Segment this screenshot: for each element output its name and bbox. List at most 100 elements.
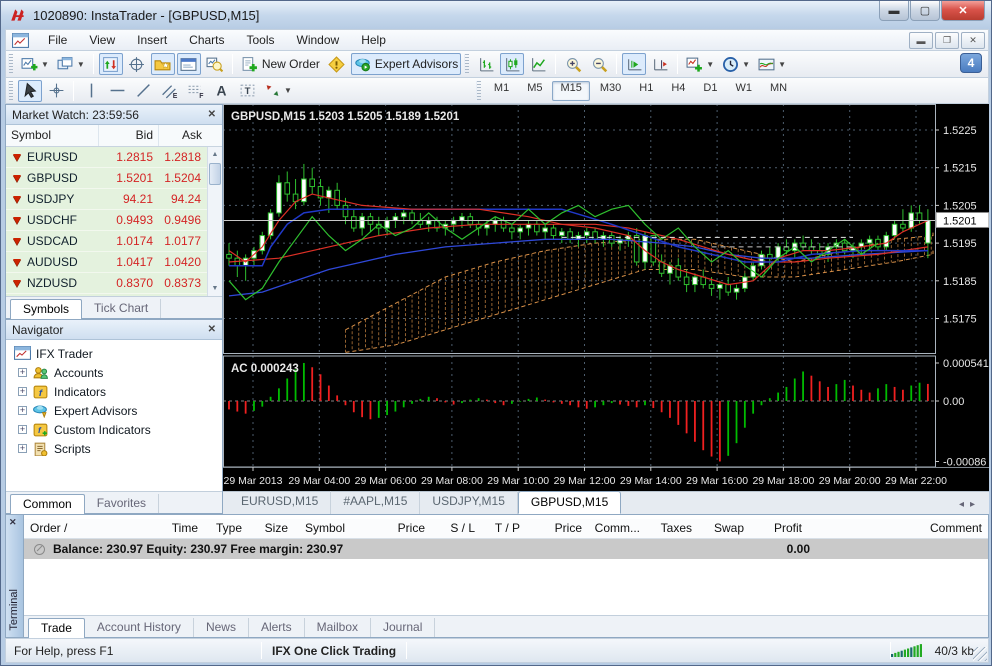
terminal-tab-trade[interactable]: Trade [28, 618, 85, 638]
terminal-column-order[interactable]: Order / [24, 519, 109, 538]
terminal-close-icon[interactable]: ✕ [9, 517, 17, 528]
data-window-button[interactable] [125, 53, 149, 75]
templates-button[interactable]: ▼ [755, 53, 789, 75]
balance-row[interactable]: Balance: 230.97 Equity: 230.97 Free marg… [24, 539, 988, 559]
column-ask[interactable]: Ask [159, 125, 207, 146]
arrows-button[interactable]: ▼ [261, 80, 295, 102]
market-watch-row-eurusd[interactable]: EURUSD 1.28151.2818 [6, 147, 222, 168]
market-watch-scrollbar[interactable]: ▲ ▼ [207, 147, 222, 296]
navigator-tab-common[interactable]: Common [10, 494, 85, 514]
terminal-column-price-2[interactable]: Price [526, 519, 588, 538]
channel-button[interactable]: E [157, 80, 181, 102]
vertical-line-button[interactable] [79, 80, 103, 102]
column-symbol[interactable]: Symbol [6, 125, 99, 146]
crosshair-button[interactable] [44, 80, 68, 102]
chart-tab--aapl-m15[interactable]: #AAPL,M15 [331, 491, 420, 514]
minimize-button[interactable]: ▬ [879, 1, 909, 21]
terminal-column-taxes[interactable]: Taxes [646, 519, 698, 538]
terminal-tab-news[interactable]: News [194, 618, 249, 637]
chart-shift-button[interactable] [648, 53, 672, 75]
terminal-column-time[interactable]: Time [109, 519, 204, 538]
toolbar-grip[interactable] [8, 81, 13, 101]
chart-tab-gbpusd-m15[interactable]: GBPUSD,M15 [518, 491, 621, 514]
navigator-close-icon[interactable]: ✕ [208, 324, 216, 335]
scrollbar-thumb[interactable] [209, 163, 221, 185]
terminal-tab-alerts[interactable]: Alerts [249, 618, 305, 637]
terminal-column-price[interactable]: Price [356, 519, 431, 538]
market-watch-title-bar[interactable]: Market Watch: 23:59:56 ✕ [6, 105, 222, 125]
candlestick-chart-button[interactable] [500, 53, 524, 75]
market-watch-row-audusd[interactable]: AUDUSD 1.04171.0420 [6, 252, 222, 273]
terminal-column-size[interactable]: Size [254, 519, 294, 538]
metaeditor-button[interactable] [325, 53, 349, 75]
navigator-item-accounts[interactable]: + Accounts [12, 363, 222, 382]
tab-scroll-arrows[interactable]: ◂▸ [951, 499, 989, 514]
maximize-button[interactable]: ▢ [910, 1, 940, 21]
new-chart-button[interactable]: ▼ [18, 53, 52, 75]
text-button[interactable]: A [209, 80, 233, 102]
market-watch-close-icon[interactable]: ✕ [208, 109, 216, 120]
timeframe-mn[interactable]: MN [762, 81, 795, 101]
navigator-tab-favorites[interactable]: Favorites [85, 494, 159, 513]
market-watch-row-usdjpy[interactable]: USDJPY 94.2194.24 [6, 189, 222, 210]
fibonacci-button[interactable]: F [183, 80, 207, 102]
tree-expand-icon[interactable]: + [18, 444, 27, 453]
auto-scroll-button[interactable] [622, 53, 646, 75]
scroll-down-icon[interactable]: ▼ [208, 281, 222, 296]
chart-tab-eurusd-m15[interactable]: EURUSD,M15 [229, 491, 331, 514]
horizontal-line-button[interactable] [105, 80, 129, 102]
trendline-button[interactable] [131, 80, 155, 102]
timeframe-h4[interactable]: H4 [663, 81, 693, 101]
terminal-tab-mailbox[interactable]: Mailbox [305, 618, 371, 637]
periods-button[interactable]: ▼ [719, 53, 753, 75]
terminal-column-profit[interactable]: Profit [750, 519, 808, 538]
zoom-out-button[interactable] [587, 53, 611, 75]
timeframe-m1[interactable]: M1 [486, 81, 517, 101]
terminal-column-swap[interactable]: Swap [698, 519, 750, 538]
chart-tab-usdjpy-m15[interactable]: USDJPY,M15 [420, 491, 517, 514]
title-bar[interactable]: 1020890: InstaTrader - [GBPUSD,M15] ▬ ▢ … [1, 1, 991, 29]
chart-window[interactable]: GBPUSD,M15 1.5203 1.5205 1.5189 1.5201AC… [223, 104, 989, 514]
cursor-button[interactable] [18, 80, 42, 102]
navigator-item-custom-indicators[interactable]: + fCustom Indicators [12, 420, 222, 439]
timeframe-w1[interactable]: W1 [727, 81, 760, 101]
line-chart-button[interactable] [526, 53, 550, 75]
profiles-button[interactable]: ▼ [54, 53, 88, 75]
market-watch-row-usdcad[interactable]: USDCAD 1.01741.0177 [6, 231, 222, 252]
tree-expand-icon[interactable]: + [18, 368, 27, 377]
navigator-root-ifx-trader[interactable]: IFX Trader [12, 344, 222, 363]
terminal-column-comm[interactable]: Comm... [588, 519, 646, 538]
tree-expand-icon[interactable]: + [18, 387, 27, 396]
child-minimize-button[interactable]: ▬ [909, 32, 933, 49]
market-watch-row-usdchf[interactable]: USDCHF 0.94930.9496 [6, 210, 222, 231]
menu-item-file[interactable]: File [37, 30, 78, 50]
terminal-column-tp[interactable]: T / P [481, 519, 526, 538]
indicators-button[interactable]: ▼ [683, 53, 717, 75]
child-close-button[interactable]: ✕ [961, 32, 985, 49]
timeframe-m5[interactable]: M5 [519, 81, 550, 101]
terminal-column-comment[interactable]: Comment [808, 519, 988, 538]
close-button[interactable]: ✕ [941, 1, 985, 21]
timeframe-m15[interactable]: M15 [552, 81, 589, 101]
zoom-in-button[interactable] [561, 53, 585, 75]
terminal-column-sl[interactable]: S / L [431, 519, 481, 538]
new-order-button[interactable]: New Order [238, 53, 323, 75]
column-bid[interactable]: Bid [99, 125, 159, 146]
navigator-item-indicators[interactable]: + fIndicators [12, 382, 222, 401]
child-restore-button[interactable]: ❐ [935, 32, 959, 49]
market-watch-tab-symbols[interactable]: Symbols [10, 299, 82, 319]
toolbar-grip[interactable] [8, 54, 13, 74]
terminal-tab-account-history[interactable]: Account History [85, 618, 194, 637]
resize-grip[interactable] [973, 647, 987, 661]
menu-item-help[interactable]: Help [350, 30, 397, 50]
menu-item-tools[interactable]: Tools [236, 30, 286, 50]
terminal-toggle[interactable] [177, 53, 201, 75]
bar-chart-button[interactable] [474, 53, 498, 75]
toolbar-grip[interactable] [464, 54, 469, 74]
notifications-badge[interactable]: 4 [960, 53, 982, 73]
expert-advisors-button[interactable]: Expert Advisors [351, 53, 461, 75]
menu-item-window[interactable]: Window [286, 30, 351, 50]
menu-item-insert[interactable]: Insert [126, 30, 178, 50]
market-watch-toggle[interactable] [99, 53, 123, 75]
timeframe-m30[interactable]: M30 [592, 81, 629, 101]
